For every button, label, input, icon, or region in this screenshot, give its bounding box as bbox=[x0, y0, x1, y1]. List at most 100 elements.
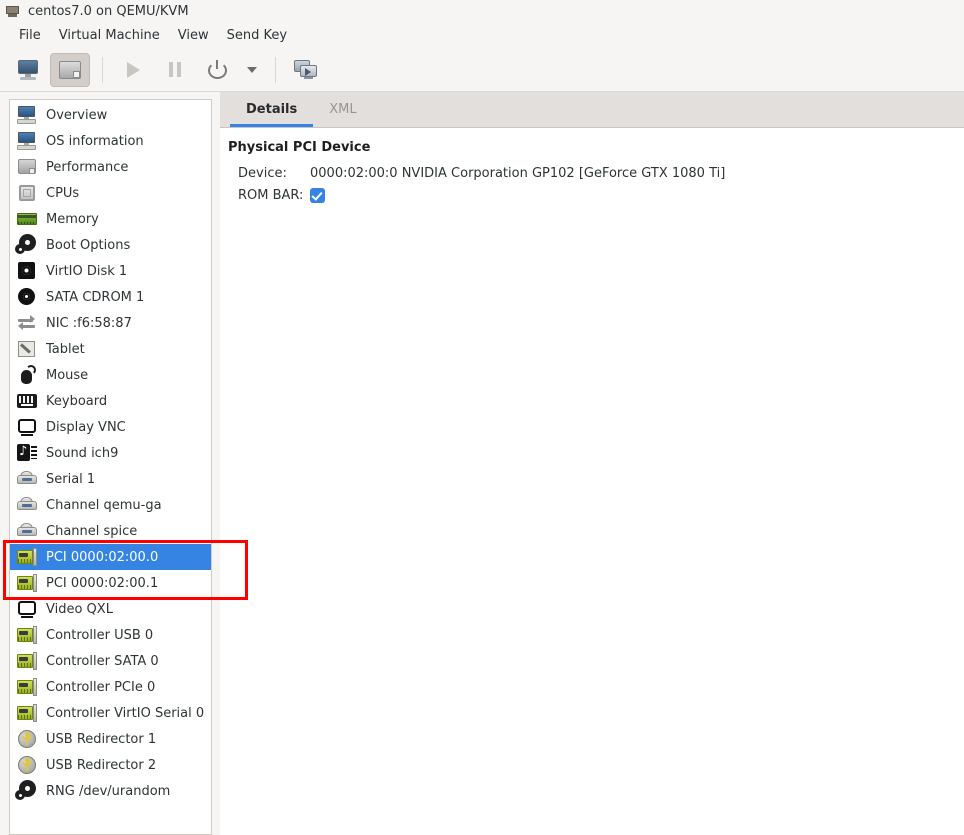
sidebar-item[interactable]: Channel qemu-ga bbox=[10, 492, 211, 518]
play-icon bbox=[127, 62, 140, 78]
tabstrip: Details XML bbox=[220, 92, 964, 128]
sidebar-item[interactable]: OS information bbox=[10, 128, 211, 154]
sidebar-item-label: Video QXL bbox=[46, 602, 113, 617]
sidebar-item[interactable]: Boot Options bbox=[10, 232, 211, 258]
sound-icon bbox=[16, 442, 38, 464]
sidebar-item[interactable]: Sound ich9 bbox=[10, 440, 211, 466]
sidebar-item[interactable]: Controller PCIe 0 bbox=[10, 674, 211, 700]
sidebar-item-label: Channel spice bbox=[46, 524, 137, 539]
panel-title: Physical PCI Device bbox=[228, 140, 964, 155]
sidebar-item[interactable]: CPUs bbox=[10, 180, 211, 206]
show-details-button[interactable] bbox=[50, 53, 90, 87]
sidebar-item[interactable]: VirtIO Disk 1 bbox=[10, 258, 211, 284]
pci-device-panel: Physical PCI Device Device: 0000:02:00:0… bbox=[220, 128, 964, 835]
sidebar-item-label: SATA CDROM 1 bbox=[46, 290, 144, 305]
sidebar-item[interactable]: RNG /dev/urandom bbox=[10, 778, 211, 804]
mouse-icon bbox=[16, 364, 38, 386]
keyboard-icon bbox=[16, 390, 38, 412]
sidebar-item[interactable]: Controller VirtIO Serial 0 bbox=[10, 700, 211, 726]
toolbar-separator-2 bbox=[275, 57, 276, 83]
sidebar-item-label: PCI 0000:02:00.1 bbox=[46, 576, 158, 591]
sidebar-item[interactable]: Keyboard bbox=[10, 388, 211, 414]
rom-bar-row: ROM BAR: bbox=[238, 184, 964, 206]
toolbar bbox=[0, 48, 964, 92]
menu-file[interactable]: File bbox=[10, 25, 50, 46]
power-icon bbox=[208, 60, 227, 79]
main-body: Overview OS information Performance CPUs Mem… bbox=[0, 92, 964, 835]
menu-send-key[interactable]: Send Key bbox=[218, 25, 296, 46]
sidebar-item[interactable]: USB Redirector 1 bbox=[10, 726, 211, 752]
sidebar-item-label: Overview bbox=[46, 108, 107, 123]
content-area: Details XML Physical PCI Device Device: … bbox=[220, 92, 964, 835]
usb-icon bbox=[16, 728, 38, 750]
sidebar-item[interactable]: Controller SATA 0 bbox=[10, 648, 211, 674]
computer-icon bbox=[16, 104, 38, 126]
memory-icon bbox=[16, 208, 38, 230]
pci-card-icon bbox=[16, 546, 38, 568]
sidebar-item-label: Controller PCIe 0 bbox=[46, 680, 155, 695]
device-row: Device: 0000:02:00:0 NVIDIA Corporation … bbox=[238, 162, 964, 184]
tab-details[interactable]: Details bbox=[230, 93, 313, 127]
sidebar-item-label: Boot Options bbox=[46, 238, 130, 253]
rom-bar-label: ROM BAR: bbox=[238, 188, 310, 203]
sidebar-item[interactable]: Tablet bbox=[10, 336, 211, 362]
menu-view[interactable]: View bbox=[169, 25, 218, 46]
sidebar-item-label: Controller VirtIO Serial 0 bbox=[46, 706, 204, 721]
pci-card-icon bbox=[16, 650, 38, 672]
sidebar-item-label: Memory bbox=[46, 212, 99, 227]
sidebar-item-label: USB Redirector 1 bbox=[46, 732, 156, 747]
details-icon bbox=[59, 61, 81, 79]
sidebar-item[interactable]: PCI 0000:02:00.0 bbox=[10, 544, 211, 570]
tablet-icon bbox=[16, 338, 38, 360]
sidebar-item-label: Mouse bbox=[46, 368, 88, 383]
rom-bar-checkbox[interactable] bbox=[310, 188, 325, 203]
sidebar-item[interactable]: Memory bbox=[10, 206, 211, 232]
sidebar-item[interactable]: Performance bbox=[10, 154, 211, 180]
pause-button[interactable] bbox=[155, 53, 195, 87]
sidebar-item[interactable]: Serial 1 bbox=[10, 466, 211, 492]
menubar: File Virtual Machine View Send Key bbox=[0, 22, 964, 48]
device-value: 0000:02:00:0 NVIDIA Corporation GP102 [G… bbox=[310, 166, 725, 181]
vm-monitor-icon bbox=[5, 5, 21, 18]
sidebar-item-label: Tablet bbox=[46, 342, 85, 357]
sidebar-item[interactable]: Channel spice bbox=[10, 518, 211, 544]
tab-xml[interactable]: XML bbox=[313, 93, 372, 127]
snapshots-button[interactable] bbox=[286, 53, 326, 87]
display-icon bbox=[16, 416, 38, 438]
usb-icon bbox=[16, 754, 38, 776]
video-icon bbox=[16, 598, 38, 620]
sidebar-item-label: Display VNC bbox=[46, 420, 126, 435]
disk-icon bbox=[16, 260, 38, 282]
sidebar-item[interactable]: Overview bbox=[10, 102, 211, 128]
sidebar-item-label: PCI 0000:02:00.0 bbox=[46, 550, 158, 565]
shutdown-options-button[interactable] bbox=[239, 53, 265, 87]
sidebar-item[interactable]: Video QXL bbox=[10, 596, 211, 622]
sidebar-item-label: USB Redirector 2 bbox=[46, 758, 156, 773]
sidebar-item[interactable]: Mouse bbox=[10, 362, 211, 388]
sidebar-item[interactable]: NIC :f6:58:87 bbox=[10, 310, 211, 336]
sidebar-item-label: Keyboard bbox=[46, 394, 107, 409]
pause-icon bbox=[169, 62, 181, 77]
sidebar-item[interactable]: USB Redirector 2 bbox=[10, 752, 211, 778]
sidebar-item-label: Sound ich9 bbox=[46, 446, 118, 461]
sidebar-item[interactable]: SATA CDROM 1 bbox=[10, 284, 211, 310]
cpu-icon bbox=[16, 182, 38, 204]
run-button[interactable] bbox=[113, 53, 153, 87]
pci-card-icon bbox=[16, 676, 38, 698]
sidebar-item-label: RNG /dev/urandom bbox=[46, 784, 170, 799]
sidebar-item-label: Channel qemu-ga bbox=[46, 498, 162, 513]
snapshots-icon bbox=[294, 60, 318, 80]
window-titlebar: centos7.0 on QEMU/KVM bbox=[0, 0, 964, 22]
sidebar-item[interactable]: Display VNC bbox=[10, 414, 211, 440]
hardware-list[interactable]: Overview OS information Performance CPUs Mem… bbox=[9, 99, 212, 835]
shutdown-button[interactable] bbox=[197, 53, 237, 87]
serial-icon bbox=[16, 494, 38, 516]
cdrom-icon bbox=[16, 286, 38, 308]
sidebar-item[interactable]: PCI 0000:02:00.1 bbox=[10, 570, 211, 596]
menu-virtual-machine[interactable]: Virtual Machine bbox=[50, 25, 169, 46]
sidebar-item-label: VirtIO Disk 1 bbox=[46, 264, 127, 279]
show-console-button[interactable] bbox=[8, 53, 48, 87]
sidebar-item-label: Performance bbox=[46, 160, 128, 175]
sidebar-item-label: Controller USB 0 bbox=[46, 628, 153, 643]
sidebar-item[interactable]: Controller USB 0 bbox=[10, 622, 211, 648]
